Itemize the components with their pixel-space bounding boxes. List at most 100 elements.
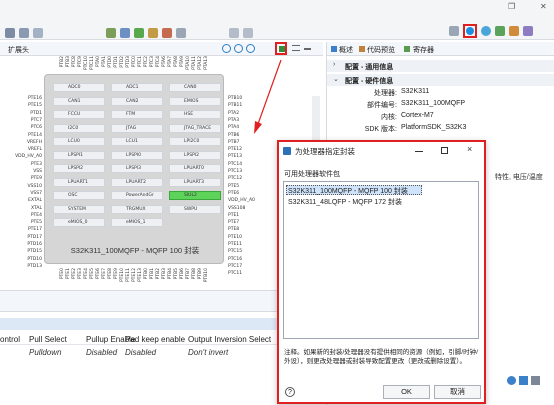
left-pin-label: PTE15 (27, 103, 42, 109)
peripherals-icon[interactable] (494, 26, 505, 36)
toolbar-row (4, 28, 444, 40)
peripheral-block[interactable]: SWPU (169, 204, 221, 214)
tab-code-preview[interactable]: 代码预览 (367, 45, 395, 55)
peripheral-block[interactable]: JTAG (111, 123, 163, 133)
debug-icon[interactable] (119, 28, 130, 38)
package-item[interactable]: S32K311_48LQFP - MQFP 172 封装 (286, 197, 446, 207)
peripheral-block[interactable]: LPSPI2 (169, 150, 221, 160)
filter-icon[interactable] (519, 376, 528, 385)
peripheral-block[interactable]: eMIOS_1 (111, 218, 163, 227)
search-icon[interactable] (175, 28, 186, 38)
bottom-pin-label: PTE7 (102, 268, 107, 280)
new-icon[interactable] (5, 28, 15, 38)
peripheral-block[interactable]: CAN1 (53, 96, 105, 106)
copy-icon[interactable] (32, 28, 43, 38)
left-pin-label: PTE17 (27, 227, 42, 233)
peripheral-block[interactable]: FCCU (53, 110, 105, 119)
peripheral-block[interactable]: LPUART3 (169, 177, 221, 187)
table-cell-pullup-enable[interactable]: Disabled (86, 348, 117, 357)
pins-perspective-button[interactable] (462, 24, 477, 38)
bottom-pin-label: PTE10 (120, 268, 125, 283)
left-pin-label: VSS (33, 169, 42, 174)
external-tools-icon[interactable] (161, 28, 172, 38)
top-pin-label: PTA9 (180, 56, 185, 68)
peripheral-block[interactable]: LPI2C0 (169, 137, 221, 146)
select-package-button[interactable] (275, 42, 287, 55)
peripheral-block[interactable]: ADC1 (111, 83, 163, 92)
view-menu-icon[interactable] (292, 45, 300, 51)
close-window-button[interactable]: ✕ (540, 2, 547, 11)
peripheral-block[interactable]: LPSPI1 (53, 150, 105, 160)
table-cell-output-inversion[interactable]: Don't invert (188, 348, 228, 357)
table-header-output-inversion[interactable]: Output Inversion Select (188, 335, 271, 344)
general-info-section[interactable]: › 配置 - 通用信息 (327, 60, 554, 72)
peripheral-block[interactable]: LPSPI0 (111, 150, 163, 160)
peripheral-block[interactable]: LPUART2 (111, 177, 163, 187)
peripheral-block[interactable]: PowerAndGr (111, 191, 163, 200)
peripheral-block[interactable]: OSC (53, 191, 105, 200)
hardware-info-title: 配置 - 硬件信息 (345, 78, 394, 85)
run-icon[interactable] (133, 28, 144, 38)
peripheral-block[interactable]: LPSPI2 (53, 164, 105, 173)
bottom-pin-label: PTB7 (186, 268, 191, 280)
package-item-label: S32K311_48LQFP - MQFP 172 封装 (288, 199, 403, 206)
bottom-pin-label: PTE9 (114, 268, 119, 280)
window-controls: ❐ ☐ ✕ (500, 2, 554, 14)
dialog-help-button[interactable]: ? (285, 387, 295, 397)
settings-icon[interactable] (531, 376, 540, 385)
peripheral-block[interactable]: HSE (169, 110, 221, 119)
overview-icon[interactable] (522, 26, 533, 36)
perspective-open-icon[interactable] (449, 26, 459, 36)
peripheral-block[interactable]: EMIOS (169, 96, 221, 106)
peripheral-block[interactable]: SYSTEM (53, 204, 105, 214)
tools-perspective-icon[interactable] (508, 26, 519, 36)
hardware-info-section[interactable]: ⌄ 配置 - 硬件信息 (327, 74, 554, 86)
dialog-cancel-button[interactable]: 取消 (434, 385, 481, 399)
table-header-pull-select[interactable]: Pull Select (29, 335, 67, 344)
peripheral-block[interactable]: eMIOS_0 (53, 218, 105, 227)
dialog-minimize-button[interactable] (415, 151, 423, 152)
right-pin-label: PTA2 (228, 110, 240, 116)
peripheral-block[interactable]: ADC0 (53, 83, 105, 92)
table-cell-pad-keep-enable[interactable]: Disabled (125, 348, 156, 357)
build-icon[interactable] (105, 28, 116, 38)
top-pin-label: PTB3 (66, 56, 71, 68)
clocks-icon[interactable] (480, 26, 491, 36)
dialog-ok-button[interactable]: OK (383, 385, 430, 399)
back-icon[interactable] (228, 28, 239, 38)
right-pin-label: PTC14 (228, 161, 243, 167)
save-icon[interactable] (18, 28, 29, 38)
forward-icon[interactable] (242, 28, 253, 38)
package-list[interactable]: S32K311_100MQFP - MQFP 100 封装 S32K311_48… (283, 181, 479, 339)
table-cell-pull-select[interactable]: Pulldown (29, 348, 61, 357)
dialog-close-button[interactable]: × (467, 144, 472, 154)
package-item-selected[interactable]: S32K311_100MQFP - MQFP 100 封装 (286, 185, 422, 195)
peripheral-block[interactable]: LCU1 (111, 137, 163, 146)
peripheral-block[interactable]: LPUART0 (169, 164, 221, 173)
bottom-pin-label: PTB4 (168, 268, 173, 280)
peripheral-block[interactable]: TRGMUX (111, 204, 163, 214)
peripheral-block[interactable]: LPSPI3 (111, 164, 163, 173)
zoom-in-icon[interactable] (222, 44, 231, 53)
tools-icon[interactable] (147, 28, 158, 38)
dialog-maximize-button[interactable] (441, 147, 448, 154)
table-header-control[interactable]: ontrol (0, 335, 20, 344)
chip-package[interactable]: ADC0 ADC1 CAN0 CAN1 CAN2 EMIOS FCCU FTM HSE I2C0 J… (44, 74, 224, 264)
peripheral-block[interactable]: FTM (111, 110, 163, 119)
peripheral-block[interactable]: JTAG_TRACE (169, 123, 221, 133)
zoom-fit-icon[interactable] (246, 44, 255, 53)
tab-registers[interactable]: 寄存器 (413, 45, 434, 55)
peripheral-block[interactable]: LPUART1 (53, 177, 105, 187)
peripheral-block[interactable]: I2C0 (53, 123, 105, 133)
tab-overview[interactable]: 概述 (339, 45, 353, 55)
help-icon[interactable] (507, 376, 516, 385)
minimize-view-icon[interactable] (304, 48, 311, 50)
peripheral-block[interactable]: CAN2 (111, 96, 163, 106)
expansion-header-tab[interactable]: 扩展头 (8, 45, 29, 55)
zoom-out-icon[interactable] (234, 44, 243, 53)
peripheral-block[interactable]: SIUL2 (169, 191, 221, 200)
table-header-pad-keep-enable[interactable]: Pad keep enable (125, 335, 185, 344)
peripheral-block[interactable]: CAN0 (169, 83, 221, 92)
restore-button[interactable]: ❐ (508, 2, 515, 11)
peripheral-block[interactable]: LCU0 (53, 137, 105, 146)
